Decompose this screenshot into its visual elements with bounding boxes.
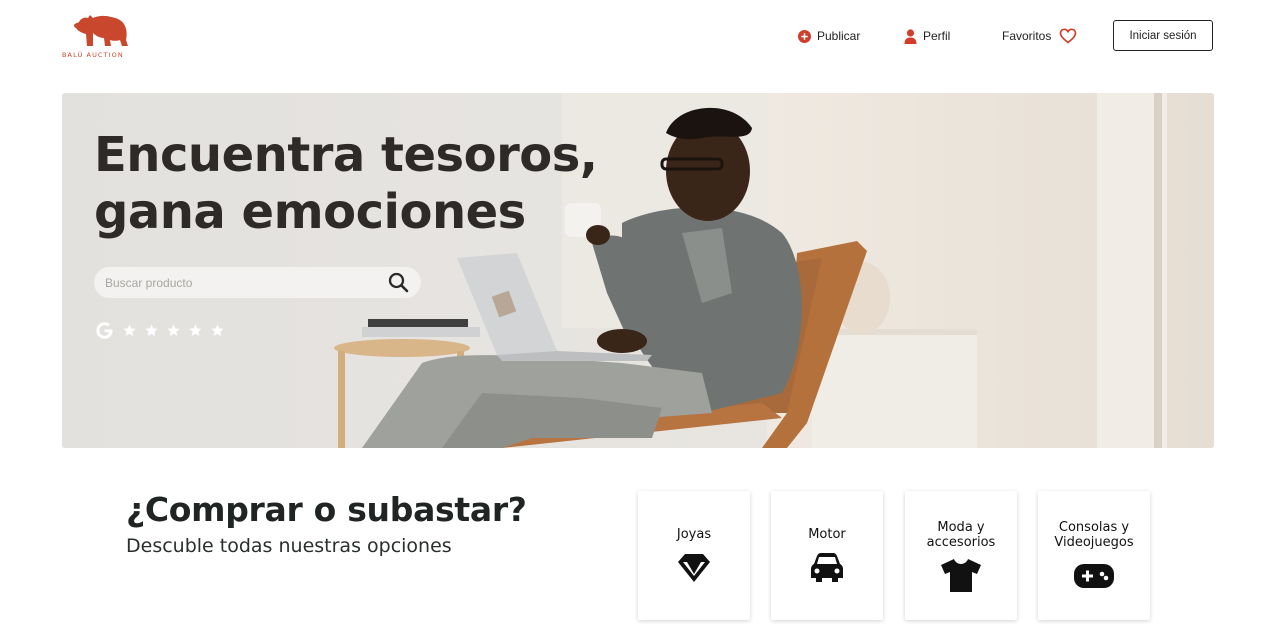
section-subtitle: Descuble todas nuestras opciones [126, 535, 452, 557]
car-icon [771, 553, 883, 583]
category-label: Videojuegos [1054, 535, 1134, 550]
header: BALÚ AUCTION Publicar Perfil Favoritos I… [0, 0, 1275, 78]
google-rating [94, 320, 233, 346]
nav-publicar-label: Publicar [817, 29, 861, 43]
category-label: Motor [808, 527, 846, 542]
category-card-consolas[interactable]: Consolas y Videojuegos [1038, 491, 1150, 620]
bear-logo-icon [73, 15, 128, 46]
diamond-icon [638, 553, 750, 583]
nav-perfil-label: Perfil [923, 29, 951, 43]
search-input[interactable] [105, 275, 375, 290]
nav-favoritos-label: Favoritos [1002, 29, 1052, 43]
heart-icon [1059, 28, 1077, 44]
plus-circle-icon [798, 29, 811, 43]
nav-favoritos[interactable]: Favoritos [1002, 26, 1077, 46]
star-icon [123, 324, 136, 342]
nav-perfil[interactable]: Perfil [904, 26, 950, 46]
brand-logo[interactable]: BALÚ AUCTION [62, 12, 134, 60]
user-icon [904, 28, 917, 44]
star-icon [145, 324, 158, 342]
login-button[interactable]: Iniciar sesión [1113, 20, 1213, 51]
star-icon [211, 324, 224, 342]
category-label: Joyas [676, 527, 712, 542]
gamepad-icon [1038, 564, 1150, 588]
category-card-moda[interactable]: Moda y accesorios [905, 491, 1017, 620]
category-label: Moda y [937, 520, 985, 535]
hero-title: Encuentra tesoros, gana emociones [94, 127, 598, 241]
brand-name: BALÚ AUCTION [62, 51, 124, 59]
category-label: Consolas y [1058, 520, 1130, 535]
search-icon[interactable] [388, 272, 409, 298]
google-g-icon [94, 320, 115, 346]
star-icon [189, 324, 202, 342]
search-bar [94, 267, 421, 298]
nav-publicar[interactable]: Publicar [798, 26, 860, 46]
category-card-motor[interactable]: Motor [771, 491, 883, 620]
hero-title-line1: Encuentra tesoros, [94, 127, 598, 183]
hero-banner: Encuentra tesoros, gana emociones [62, 93, 1214, 448]
tshirt-icon [905, 559, 1017, 592]
hero-title-line2: gana emociones [94, 184, 526, 240]
star-icon [167, 324, 180, 342]
category-label: accesorios [926, 535, 996, 550]
category-card-joyas[interactable]: Joyas [638, 491, 750, 620]
section-title: ¿Comprar o subastar? [126, 490, 527, 529]
